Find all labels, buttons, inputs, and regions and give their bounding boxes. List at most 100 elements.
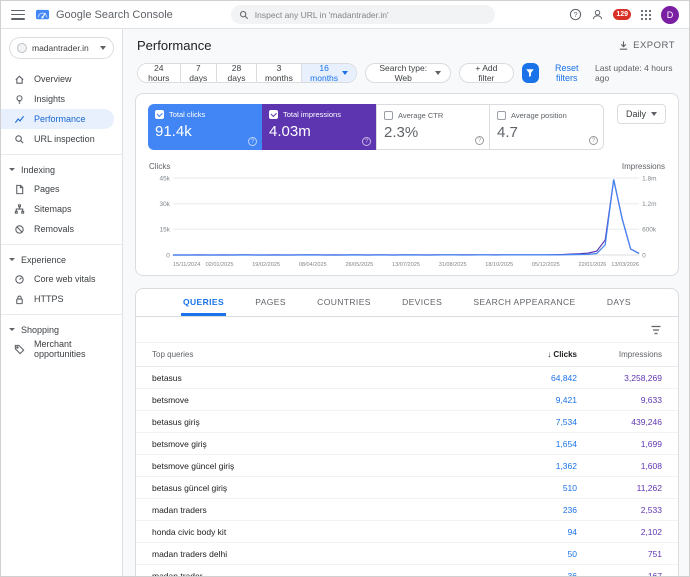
- checkbox-unchecked-icon[interactable]: [384, 111, 393, 120]
- sidebar-item-merchant-opportunities[interactable]: Merchant opportunities: [1, 339, 114, 359]
- sidebar-section-indexing[interactable]: Indexing: [1, 160, 122, 179]
- sidebar-item-insights[interactable]: Insights: [1, 89, 114, 109]
- sidebar-item-url-inspection[interactable]: URL inspection: [1, 129, 114, 149]
- query-cell[interactable]: betsmove giriş: [152, 439, 492, 449]
- help-icon[interactable]: [589, 136, 598, 145]
- impressions-cell: 2,533: [577, 505, 662, 515]
- average-ctr-card[interactable]: Average CTR 2.3%: [376, 104, 490, 150]
- svg-text:13/03/2026: 13/03/2026: [611, 262, 639, 268]
- clicks-column-label: Clicks: [553, 350, 577, 359]
- svg-text:1.2m: 1.2m: [642, 201, 656, 208]
- right-axis-title: Impressions: [622, 162, 665, 171]
- tab-countries[interactable]: COUNTRIES: [315, 289, 373, 316]
- help-icon[interactable]: [475, 136, 484, 145]
- search-icon: [239, 10, 249, 20]
- checkbox-checked-icon[interactable]: [269, 110, 278, 119]
- svg-text:0: 0: [642, 252, 646, 259]
- total-impressions-card[interactable]: Total impressions 4.03m: [262, 104, 376, 150]
- last-update-text: Last update: 4 hours ago: [595, 63, 675, 83]
- table-row[interactable]: betasus güncel giriş51011,262: [136, 477, 678, 499]
- add-filter-chip[interactable]: + Add filter: [459, 63, 513, 83]
- search-type-label: Search type: Web: [375, 63, 431, 83]
- query-cell[interactable]: betsmove: [152, 395, 492, 405]
- granularity-dropdown[interactable]: Daily: [617, 104, 666, 124]
- line-chart-icon: [14, 114, 25, 125]
- table-row[interactable]: betsmove güncel giriş1,3621,608: [136, 455, 678, 477]
- sidebar-item-removals[interactable]: Removals: [1, 219, 114, 239]
- notification-badge[interactable]: 129: [613, 9, 631, 20]
- column-impressions[interactable]: Impressions: [577, 350, 662, 359]
- export-button[interactable]: EXPORT: [618, 40, 675, 51]
- table-row[interactable]: madan trader36167: [136, 565, 678, 577]
- column-top-queries[interactable]: Top queries: [152, 350, 492, 359]
- help-icon[interactable]: [362, 137, 371, 146]
- hamburger-menu-icon[interactable]: [11, 10, 25, 20]
- table-row[interactable]: betsmove9,4219,633: [136, 389, 678, 411]
- table-filter-icon[interactable]: [650, 324, 662, 336]
- checkbox-checked-icon[interactable]: [155, 110, 164, 119]
- help-icon[interactable]: [248, 137, 257, 146]
- query-cell[interactable]: madan trader: [152, 571, 492, 577]
- date-range-chip-24-hours[interactable]: 24 hours: [138, 64, 180, 82]
- sidebar-section-shopping[interactable]: Shopping: [1, 320, 122, 339]
- svg-text:600k: 600k: [642, 227, 657, 234]
- checkbox-unchecked-icon[interactable]: [497, 111, 506, 120]
- tab-queries[interactable]: QUERIES: [181, 289, 226, 316]
- table-row[interactable]: madan traders2362,533: [136, 499, 678, 521]
- apps-grid-icon[interactable]: [640, 9, 652, 21]
- date-range-chip-7-days[interactable]: 7 days: [180, 64, 216, 82]
- query-cell[interactable]: betsmove güncel giriş: [152, 461, 492, 471]
- clicks-cell: 64,842: [492, 373, 577, 383]
- chevron-down-icon: [100, 46, 106, 50]
- query-cell[interactable]: betasus: [152, 373, 492, 383]
- table-row[interactable]: betasus giriş7,534439,246: [136, 411, 678, 433]
- svg-text:19/02/2025: 19/02/2025: [252, 262, 280, 268]
- section-label: Shopping: [21, 325, 59, 335]
- url-inspect-search-input[interactable]: Inspect any URL in 'madantrader.in': [231, 5, 495, 24]
- date-range-chip-3-months[interactable]: 3 months: [256, 64, 301, 82]
- table-row[interactable]: madan traders delhi50751: [136, 543, 678, 565]
- query-cell[interactable]: betasus giriş: [152, 417, 492, 427]
- table-row[interactable]: honda civic body kit942,102: [136, 521, 678, 543]
- sidebar-item-performance[interactable]: Performance: [1, 109, 114, 129]
- sidebar-item-https[interactable]: HTTPS: [1, 289, 114, 309]
- average-position-card[interactable]: Average position 4.7: [490, 104, 604, 150]
- user-settings-icon[interactable]: [591, 8, 604, 21]
- saved-filter-button[interactable]: [522, 63, 539, 83]
- sidebar-section-experience[interactable]: Experience: [1, 250, 122, 269]
- query-cell[interactable]: madan traders delhi: [152, 549, 492, 559]
- sidebar-item-pages[interactable]: Pages: [1, 179, 114, 199]
- sidebar-item-overview[interactable]: Overview: [1, 69, 114, 89]
- date-range-chip-16-months[interactable]: 16 months: [301, 64, 356, 82]
- performance-chart[interactable]: 45k1.8m30k1.2m15k600k0015/11/202402/01/2…: [148, 173, 666, 269]
- query-cell[interactable]: betasus güncel giriş: [152, 483, 492, 493]
- tab-search-appearance[interactable]: SEARCH APPEARANCE: [471, 289, 577, 316]
- column-clicks[interactable]: ↓ Clicks: [492, 350, 577, 359]
- tab-days[interactable]: DAYS: [605, 289, 633, 316]
- search-type-chip[interactable]: Search type: Web: [365, 63, 451, 83]
- help-icon[interactable]: ?: [569, 8, 582, 21]
- metric-value: 91.4k: [155, 123, 255, 140]
- date-range-chip-28-days[interactable]: 28 days: [216, 64, 256, 82]
- tab-devices[interactable]: DEVICES: [400, 289, 444, 316]
- table-row[interactable]: betasus64,8423,258,269: [136, 367, 678, 389]
- search-console-window: Google Search Console Inspect any URL in…: [0, 0, 690, 577]
- svg-text:13/07/2025: 13/07/2025: [392, 262, 420, 268]
- account-avatar[interactable]: D: [661, 6, 679, 24]
- section-label: Indexing: [21, 165, 55, 175]
- query-cell[interactable]: madan traders: [152, 505, 492, 515]
- total-clicks-card[interactable]: Total clicks 91.4k: [148, 104, 262, 150]
- page-title: Performance: [137, 38, 211, 53]
- sidebar-item-core-web-vitals[interactable]: Core web vitals: [1, 269, 114, 289]
- clicks-cell: 236: [492, 505, 577, 515]
- sidebar-item-label: Core web vitals: [34, 274, 96, 284]
- tab-pages[interactable]: PAGES: [253, 289, 288, 316]
- search-console-logo: [35, 7, 50, 22]
- sidebar-divider: [1, 154, 122, 155]
- property-selector[interactable]: madantrader.in: [9, 37, 114, 59]
- sidebar-item-sitemaps[interactable]: Sitemaps: [1, 199, 114, 219]
- metric-cards: Total clicks 91.4k Total impressions 4.0…: [136, 94, 678, 150]
- query-cell[interactable]: honda civic body kit: [152, 527, 492, 537]
- table-row[interactable]: betsmove giriş1,6541,699: [136, 433, 678, 455]
- reset-filters-button[interactable]: Reset filters: [547, 63, 587, 83]
